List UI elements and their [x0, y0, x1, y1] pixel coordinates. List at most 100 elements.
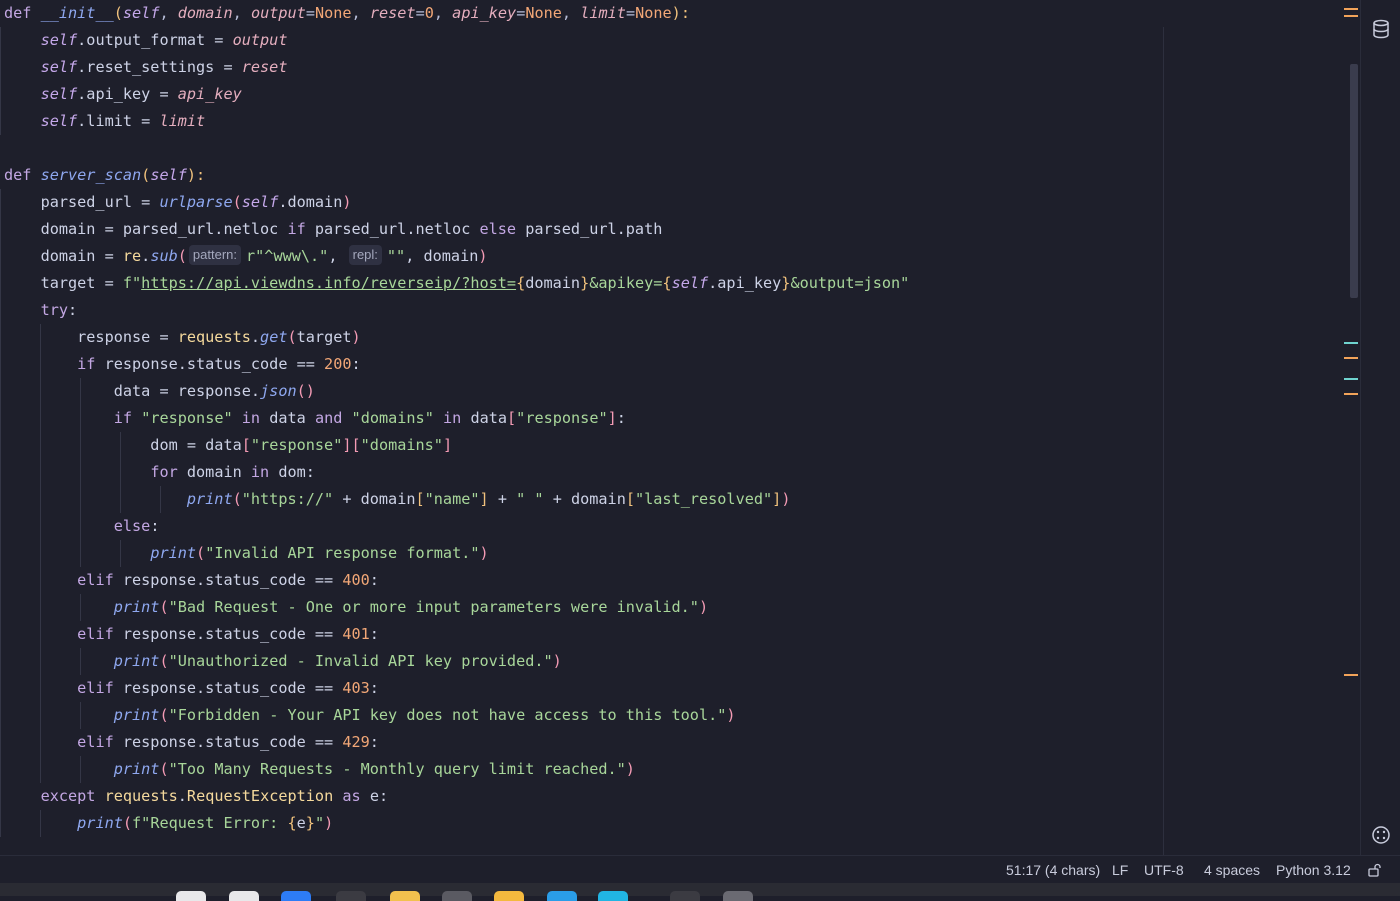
hamburger-icon[interactable] [1344, 4, 1358, 17]
code-token: self [150, 166, 187, 184]
code-token: re [122, 247, 142, 265]
code-token: if [287, 220, 306, 238]
code-token: if [77, 355, 96, 373]
code-token: [ [507, 409, 517, 427]
dock-app-icon[interactable] [547, 891, 577, 901]
indent-guide [0, 594, 1, 621]
indent-guide [40, 621, 41, 648]
dock-app-icon[interactable] [670, 891, 700, 901]
dock-app-icon[interactable] [281, 891, 311, 901]
code-line[interactable]: print(f"Request Error: {e}") [0, 810, 333, 837]
code-token: requests [177, 328, 251, 346]
code-line[interactable]: elif response.status_code == 400: [0, 567, 379, 594]
code-token: print [150, 544, 197, 562]
code-token: "Invalid API response format." [205, 544, 480, 562]
code-line[interactable]: target = f"https://api.viewdns.info/reve… [0, 270, 909, 297]
indent-guide [0, 459, 1, 486]
scroll-marker [1344, 393, 1358, 395]
code-token: : [369, 733, 379, 751]
dock-app-icon[interactable] [336, 891, 366, 901]
code-line[interactable]: print("Too Many Requests - Monthly query… [0, 756, 635, 783]
code-token: else [479, 220, 517, 238]
code-token: try [40, 301, 69, 319]
database-icon[interactable] [1371, 19, 1391, 39]
code-line[interactable]: parsed_url = urlparse(self.domain) [0, 189, 352, 216]
code-token: in [250, 463, 270, 481]
line-ending[interactable]: LF [1112, 856, 1128, 884]
file-encoding[interactable]: UTF-8 [1144, 856, 1184, 884]
code-token: ( [159, 652, 169, 670]
code-line[interactable]: elif response.status_code == 403: [0, 675, 379, 702]
indent-guide [80, 486, 81, 513]
code-line[interactable]: try: [0, 297, 77, 324]
code-line[interactable]: response = requests.get(target) [0, 324, 361, 351]
code-token: reset [241, 58, 288, 76]
code-token: = [305, 4, 315, 22]
code-line[interactable]: domain = re.sub(pattern: r"^www\.", repl:… [0, 243, 488, 270]
dock-app-icon[interactable] [390, 891, 420, 901]
code-line[interactable]: print("https://" + domain["name"] + " " … [0, 486, 790, 513]
dock-app-icon[interactable] [229, 891, 259, 901]
code-token: "response" [250, 436, 343, 454]
dock-app-icon[interactable] [442, 891, 472, 901]
code-line[interactable]: print("Bad Request - One or more input p… [0, 594, 708, 621]
code-line[interactable]: dom = data["response"]["domains"] [0, 432, 452, 459]
code-line[interactable]: def __init__(self, domain, output=None, … [4, 0, 690, 27]
parameter-hint: pattern: [188, 245, 242, 265]
code-token: None [635, 4, 672, 22]
indent-guide [40, 405, 41, 432]
indent-setting[interactable]: 4 spaces [1204, 856, 1260, 884]
code-line[interactable]: self.limit = limit [0, 108, 205, 135]
code-line[interactable]: def server_scan(self): [4, 162, 205, 189]
code-line[interactable]: print("Unauthorized - Invalid API key pr… [0, 648, 562, 675]
code-token: response.status_code == [113, 679, 343, 697]
dock-app-icon[interactable] [723, 891, 753, 901]
code-token: print [113, 598, 160, 616]
code-token: self [40, 58, 78, 76]
code-token: 429 [342, 733, 370, 751]
indent-guide [40, 675, 41, 702]
code-line[interactable]: self.output_format = output [0, 27, 287, 54]
code-token: + domain [543, 490, 626, 508]
code-line[interactable]: self.api_key = api_key [0, 81, 242, 108]
unlock-icon[interactable] [1368, 863, 1382, 877]
code-line[interactable]: domain = parsed_url.netloc if parsed_url… [0, 216, 662, 243]
code-token: .reset_settings = [77, 58, 242, 76]
indent-guide [0, 540, 1, 567]
code-line[interactable]: except requests.RequestException as e: [0, 783, 388, 810]
code-line[interactable]: if response.status_code == 200: [0, 351, 361, 378]
code-token: ) [479, 544, 489, 562]
code-token: response.status_code == [113, 733, 343, 751]
cursor-position[interactable]: 51:17 (4 chars) [1006, 856, 1100, 884]
code-token: { [662, 274, 672, 292]
python-interpreter[interactable]: Python 3.12 [1276, 856, 1351, 884]
vertical-scrollbar-thumb[interactable] [1350, 64, 1358, 298]
dock-app-icon[interactable] [598, 891, 628, 901]
indent-guide [80, 702, 81, 729]
code-line[interactable]: elif response.status_code == 429: [0, 729, 379, 756]
code-line[interactable]: data = response.json() [0, 378, 315, 405]
code-editor[interactable]: def __init__(self, domain, output=None, … [0, 0, 1360, 855]
code-line[interactable]: else: [0, 513, 159, 540]
code-line[interactable]: print("Invalid API response format.") [0, 540, 489, 567]
indent-guide [80, 513, 81, 540]
code-line[interactable]: elif response.status_code == 401: [0, 621, 379, 648]
plugin-icon[interactable] [1371, 825, 1391, 845]
code-token: "response" [141, 409, 233, 427]
code-token: . [177, 787, 187, 805]
dock-app-icon[interactable] [494, 891, 524, 901]
dock-app-icon[interactable] [176, 891, 206, 901]
code-line[interactable]: if "response" in data and "domains" in d… [0, 405, 626, 432]
code-line[interactable]: for domain in dom: [0, 459, 315, 486]
code-token: parsed_url.netloc [305, 220, 480, 238]
code-token: [ [625, 490, 635, 508]
code-line[interactable]: self.reset_settings = reset [0, 54, 288, 81]
code-line[interactable]: print("Forbidden - Your API key does not… [0, 702, 736, 729]
code-token: 401 [342, 625, 370, 643]
code-token: "domains" [360, 436, 443, 454]
code-token: [ [241, 436, 251, 454]
